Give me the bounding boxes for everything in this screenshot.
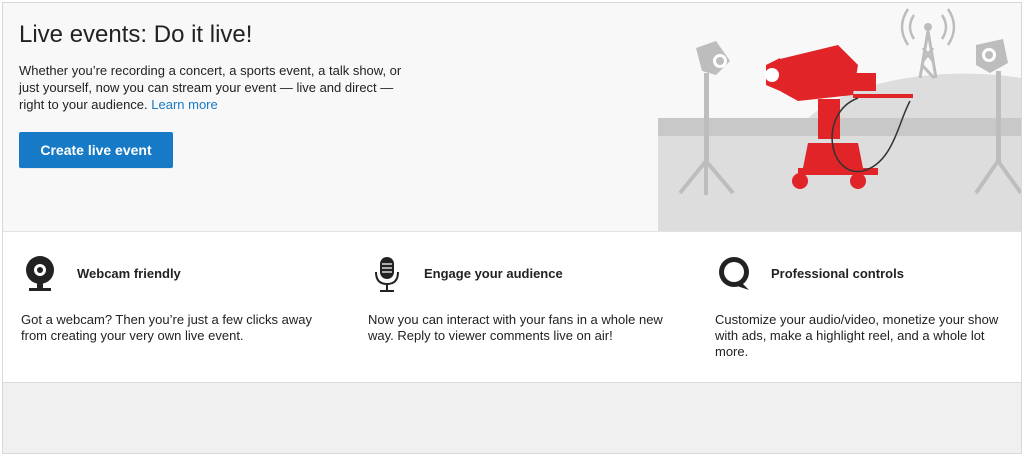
antenna-tower-icon	[900, 8, 956, 80]
live-studio-illustration	[658, 8, 1021, 231]
feature-title: Engage your audience	[424, 266, 563, 281]
feature-title: Webcam friendly	[77, 266, 181, 281]
hero-section: Live events: Do it live! Whether you’re …	[3, 3, 1021, 232]
feature-title: Professional controls	[771, 266, 904, 281]
page-title: Live events: Do it live!	[19, 21, 253, 48]
hero-description: Whether you’re recording a concert, a sp…	[19, 62, 419, 113]
page-footer-area	[3, 383, 1021, 453]
feature-description: Customize your audio/video, monetize you…	[715, 312, 999, 359]
live-events-page: Live events: Do it live! Whether you’re …	[2, 2, 1022, 454]
webcam-icon	[26, 256, 54, 291]
microphone-icon	[375, 257, 399, 292]
feature-description: Got a webcam? Then you’re just a few cli…	[21, 312, 312, 343]
features-section: Webcam friendly Got a webcam? Then you’r…	[3, 232, 1021, 383]
create-live-event-button[interactable]: Create live event	[19, 132, 173, 168]
learn-more-link[interactable]: Learn more	[151, 97, 217, 112]
chat-bubble-icon	[719, 257, 749, 290]
feature-description: Now you can interact with your fans in a…	[368, 312, 663, 343]
